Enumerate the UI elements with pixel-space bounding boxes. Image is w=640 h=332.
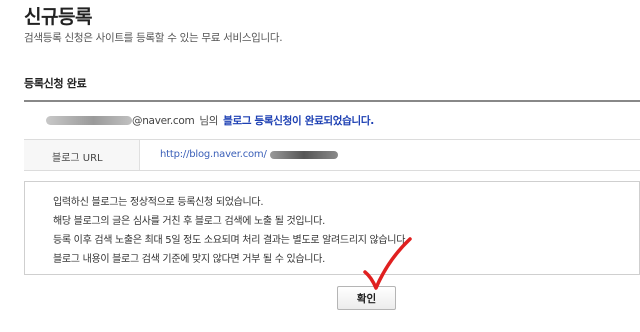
blog-url-value: http://blog.naver.com/ <box>160 149 267 160</box>
page-title: 신규등록 <box>24 6 92 28</box>
notice-line: 해당 블로그의 글은 심사를 거친 후 블로그 검색에 노출 될 것입니다. <box>53 216 325 227</box>
notice-box: 입력하신 블로그는 정상적으로 등록신청 되었습니다. 해당 블로그의 글은 심… <box>24 181 640 275</box>
notice-line: 블로그 내용이 블로그 검색 기준에 맞지 않다면 거부 될 수 있습니다. <box>53 254 325 265</box>
redacted-email-mask <box>46 116 132 125</box>
url-row: 블로그 URL http://blog.naver.com/ <box>24 140 640 171</box>
url-label-cell: 블로그 URL <box>24 140 140 170</box>
page-description: 검색등록 신청은 사이트를 등록할 수 있는 무료 서비스입니다. <box>24 32 283 44</box>
email-suffix: @naver.com <box>132 115 195 127</box>
confirm-button[interactable]: 확인 <box>337 286 396 310</box>
notice-line: 등록 이후 검색 노출은 최대 5일 정도 소요되며 처리 결과는 별도로 알려… <box>53 235 408 246</box>
notice-line: 입력하신 블로그는 정상적으로 등록신청 되었습니다. <box>53 197 264 208</box>
url-label: 블로그 URL <box>52 153 103 164</box>
completion-message: 블로그 등록신청이 완료되었습니다. <box>223 115 374 127</box>
redacted-url-mask <box>270 151 338 159</box>
email-row: @naver.com 님의 블로그 등록신청이 완료되었습니다. <box>24 102 640 140</box>
email-completion-line: @naver.com 님의 블로그 등록신청이 완료되었습니다. <box>132 113 374 128</box>
section-title: 등록신청 완료 <box>24 77 87 90</box>
result-table: @naver.com 님의 블로그 등록신청이 완료되었습니다. 블로그 URL h… <box>24 102 640 171</box>
email-particle: 님의 <box>199 115 219 127</box>
